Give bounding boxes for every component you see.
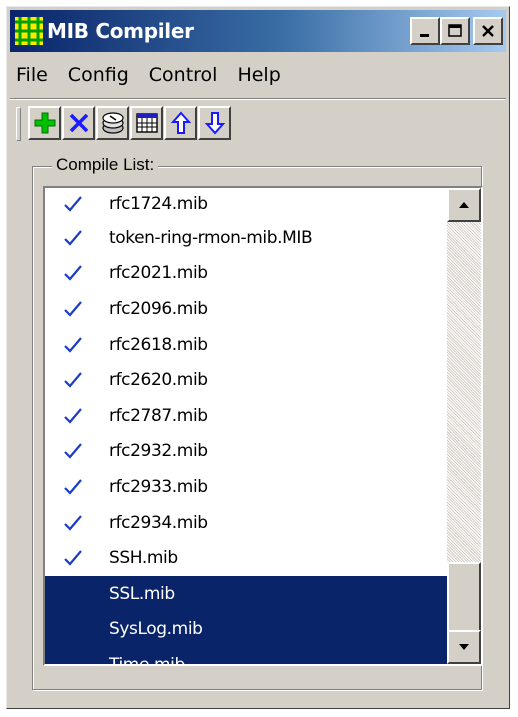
arrow-up-icon [170, 111, 191, 134]
list-item-label: SSL.mib [109, 583, 175, 604]
maximize-icon [448, 24, 462, 37]
list-item[interactable]: rfc2932.mib [45, 434, 447, 470]
checkmark-icon[interactable] [45, 478, 109, 496]
close-icon [482, 25, 494, 37]
window-title: MIB Compiler [47, 19, 194, 43]
maximize-button[interactable] [440, 17, 470, 45]
compile-button[interactable] [96, 106, 129, 140]
checkmark-icon[interactable] [45, 514, 109, 532]
triangle-up-icon [459, 202, 469, 208]
scrollbar-thumb[interactable] [447, 562, 481, 634]
list-item[interactable]: SSL.mib [45, 575, 447, 612]
toolbar [10, 98, 506, 145]
menu-help[interactable]: Help [227, 64, 290, 86]
stack-icon [101, 112, 124, 134]
list-item-label: rfc2933.mib [109, 476, 208, 497]
window-controls [410, 17, 503, 45]
plus-icon [34, 112, 55, 134]
checkmark-icon[interactable] [45, 229, 109, 247]
list-item-label: SSH.mib [109, 548, 178, 569]
list-item[interactable]: Time.mib [45, 647, 447, 666]
move-down-button[interactable] [198, 106, 231, 140]
menu-file[interactable]: File [10, 64, 58, 86]
checkmark-icon[interactable] [45, 407, 109, 425]
list-item[interactable]: token-ring-rmon-mib.MIB [45, 220, 447, 256]
compile-list-rows: rfc1724.mib token-ring-rmon-mib.MIB rfc202… [45, 188, 447, 666]
checkmark-icon[interactable] [45, 371, 109, 389]
checkmark-icon[interactable] [45, 336, 109, 354]
list-item[interactable]: rfc2096.mib [45, 291, 447, 327]
calendar-icon [135, 113, 158, 133]
scroll-down-button[interactable] [447, 630, 481, 664]
x-icon [69, 113, 88, 133]
list-item[interactable]: rfc2933.mib [45, 469, 447, 505]
list-item-label: rfc2618.mib [109, 334, 208, 355]
checkmark-icon[interactable] [45, 549, 109, 567]
app-grid-icon [15, 17, 43, 45]
list-item-label: Time.mib [109, 654, 185, 666]
list-item[interactable]: rfc2934.mib [45, 505, 447, 541]
checkmark-icon[interactable] [45, 264, 109, 282]
list-item-label: rfc2021.mib [109, 263, 208, 284]
list-item[interactable]: rfc2787.mib [45, 398, 447, 434]
list-item-label: rfc2932.mib [109, 441, 208, 462]
minimize-icon [420, 34, 429, 37]
compile-list-label: Compile List: [52, 155, 159, 175]
list-item[interactable]: rfc2021.mib [45, 256, 447, 292]
title-bar[interactable]: MIB Compiler [10, 10, 506, 52]
list-item-label: token-ring-rmon-mib.MIB [109, 227, 313, 248]
triangle-down-icon [459, 644, 469, 650]
toolbar-grip[interactable] [16, 107, 21, 141]
arrow-down-icon [204, 112, 225, 135]
checkmark-icon[interactable] [45, 442, 109, 460]
list-item[interactable]: rfc2620.mib [45, 362, 447, 398]
menu-control[interactable]: Control [139, 64, 228, 86]
minimize-button[interactable] [410, 17, 440, 45]
move-up-button[interactable] [164, 106, 197, 140]
remove-button[interactable] [62, 106, 95, 140]
scroll-up-button[interactable] [447, 188, 481, 222]
list-item[interactable]: rfc2618.mib [45, 327, 447, 363]
close-button[interactable] [473, 17, 503, 45]
menu-bar: File Config Control Help [10, 57, 506, 93]
list-item-label: rfc1724.mib [109, 194, 208, 214]
add-button[interactable] [28, 106, 61, 140]
list-item[interactable]: SysLog.mib [45, 611, 447, 648]
list-item[interactable]: SSH.mib [45, 540, 447, 576]
vertical-scrollbar[interactable] [447, 188, 481, 664]
menu-config[interactable]: Config [58, 64, 139, 86]
checkmark-icon[interactable] [45, 195, 109, 213]
list-item-label: rfc2787.mib [109, 405, 208, 426]
list-item-label: rfc2620.mib [109, 370, 208, 391]
list-item[interactable]: rfc1724.mib [45, 188, 447, 220]
compile-listbox[interactable]: rfc1724.mib token-ring-rmon-mib.MIB rfc202… [43, 186, 483, 666]
grid-button[interactable] [130, 106, 163, 140]
checkmark-icon[interactable] [45, 300, 109, 318]
list-item-label: rfc2934.mib [109, 512, 208, 533]
list-item-label: rfc2096.mib [109, 298, 208, 319]
list-item-label: SysLog.mib [109, 619, 203, 640]
